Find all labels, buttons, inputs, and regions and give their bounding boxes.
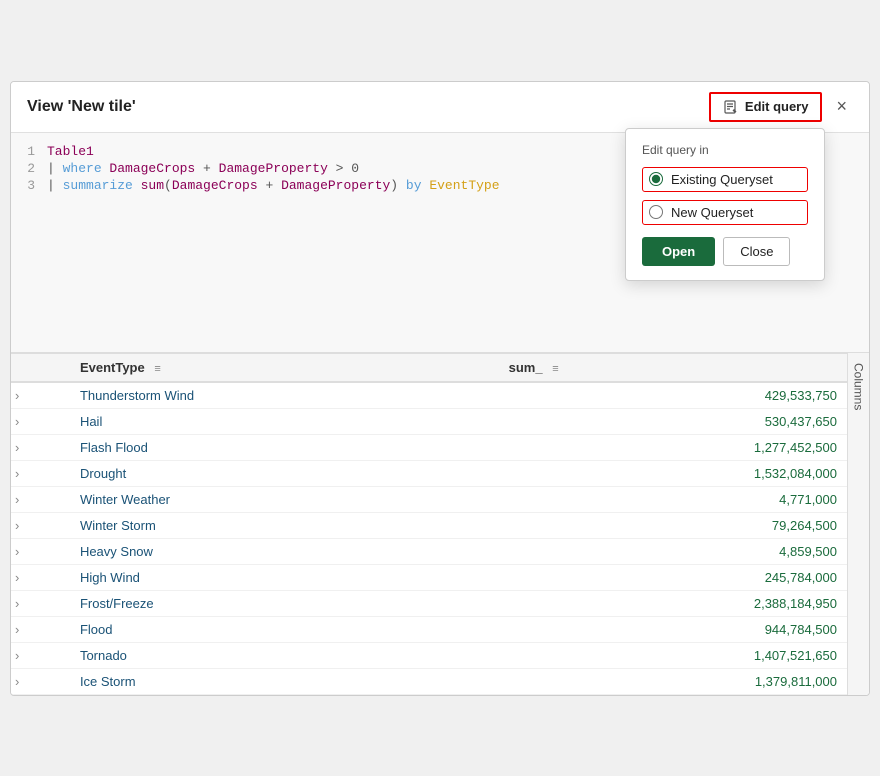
row-sum-11: 1,379,811,000 <box>499 668 847 694</box>
data-table: EventType ≡ sum_ ≡ › Thunderstorm Wind 4… <box>11 353 847 695</box>
line-number-1: 1 <box>11 144 47 159</box>
row-expand-11[interactable]: › <box>11 668 70 694</box>
columns-tab[interactable]: Columns <box>847 353 869 695</box>
row-sum-0: 429,533,750 <box>499 382 847 409</box>
popup-close-button[interactable]: Close <box>723 237 790 266</box>
eventtype-header[interactable]: EventType ≡ <box>70 353 499 382</box>
popup-actions: Open Close <box>642 237 808 266</box>
table-row: › Flood 944,784,500 <box>11 616 847 642</box>
row-sum-5: 79,264,500 <box>499 512 847 538</box>
row-expand-2[interactable]: › <box>11 434 70 460</box>
row-expand-3[interactable]: › <box>11 460 70 486</box>
table-wrapper: EventType ≡ sum_ ≡ › Thunderstorm Wind 4… <box>11 353 869 695</box>
row-expand-6[interactable]: › <box>11 538 70 564</box>
row-expand-7[interactable]: › <box>11 564 70 590</box>
row-sum-3: 1,532,084,000 <box>499 460 847 486</box>
eventtype-sort-icon[interactable]: ≡ <box>154 363 160 375</box>
row-event-6: Heavy Snow <box>70 538 499 564</box>
row-expand-9[interactable]: › <box>11 616 70 642</box>
table-row: › High Wind 245,784,000 <box>11 564 847 590</box>
row-sum-4: 4,771,000 <box>499 486 847 512</box>
table-header-row: EventType ≡ sum_ ≡ <box>11 353 847 382</box>
row-event-8: Frost/Freeze <box>70 590 499 616</box>
row-event-9: Flood <box>70 616 499 642</box>
row-expand-4[interactable]: › <box>11 486 70 512</box>
line-number-3: 3 <box>11 178 47 193</box>
row-sum-6: 4,859,500 <box>499 538 847 564</box>
code-content-1: Table1 <box>47 144 94 159</box>
line-number-2: 2 <box>11 161 47 176</box>
table-row: › Frost/Freeze 2,388,184,950 <box>11 590 847 616</box>
row-sum-10: 1,407,521,650 <box>499 642 847 668</box>
new-queryset-radio[interactable] <box>649 205 663 219</box>
expand-header <box>11 353 70 382</box>
table-row: › Tornado 1,407,521,650 <box>11 642 847 668</box>
table-row: › Drought 1,532,084,000 <box>11 460 847 486</box>
table-scroll[interactable]: EventType ≡ sum_ ≡ › Thunderstorm Wind 4… <box>11 353 847 695</box>
page-title: View 'New tile' <box>27 98 136 116</box>
row-event-7: High Wind <box>70 564 499 590</box>
row-event-3: Drought <box>70 460 499 486</box>
sum-header[interactable]: sum_ ≡ <box>499 353 847 382</box>
header-actions: Edit query × Edit query in Existing Quer… <box>709 92 853 122</box>
code-content-3: | summarize sum(DamageCrops + DamageProp… <box>47 178 500 193</box>
row-expand-5[interactable]: › <box>11 512 70 538</box>
row-event-10: Tornado <box>70 642 499 668</box>
existing-queryset-radio[interactable] <box>649 172 663 186</box>
row-sum-8: 2,388,184,950 <box>499 590 847 616</box>
table-row: › Ice Storm 1,379,811,000 <box>11 668 847 694</box>
table-row: › Hail 530,437,650 <box>11 408 847 434</box>
existing-queryset-option[interactable]: Existing Queryset <box>642 167 808 192</box>
popup-label: Edit query in <box>642 143 808 157</box>
edit-query-popup: Edit query in Existing Queryset New Quer… <box>625 128 825 281</box>
main-panel: View 'New tile' Edit query × Edit query … <box>10 81 870 696</box>
row-event-11: Ice Storm <box>70 668 499 694</box>
table-row: › Flash Flood 1,277,452,500 <box>11 434 847 460</box>
row-sum-1: 530,437,650 <box>499 408 847 434</box>
row-expand-8[interactable]: › <box>11 590 70 616</box>
open-button[interactable]: Open <box>642 237 715 266</box>
edit-icon <box>723 99 739 115</box>
sum-sort-icon[interactable]: ≡ <box>552 363 558 375</box>
row-expand-0[interactable]: › <box>11 382 70 409</box>
header: View 'New tile' Edit query × Edit query … <box>11 82 869 133</box>
row-event-4: Winter Weather <box>70 486 499 512</box>
table-row: › Winter Weather 4,771,000 <box>11 486 847 512</box>
close-button[interactable]: × <box>830 94 853 119</box>
new-queryset-option[interactable]: New Queryset <box>642 200 808 225</box>
row-sum-7: 245,784,000 <box>499 564 847 590</box>
row-event-5: Winter Storm <box>70 512 499 538</box>
row-event-2: Flash Flood <box>70 434 499 460</box>
row-sum-9: 944,784,500 <box>499 616 847 642</box>
table-row: › Thunderstorm Wind 429,533,750 <box>11 382 847 409</box>
row-sum-2: 1,277,452,500 <box>499 434 847 460</box>
row-expand-1[interactable]: › <box>11 408 70 434</box>
edit-query-button[interactable]: Edit query <box>709 92 823 122</box>
row-event-1: Hail <box>70 408 499 434</box>
table-row: › Heavy Snow 4,859,500 <box>11 538 847 564</box>
table-row: › Winter Storm 79,264,500 <box>11 512 847 538</box>
row-expand-10[interactable]: › <box>11 642 70 668</box>
row-event-0: Thunderstorm Wind <box>70 382 499 409</box>
data-table-container: EventType ≡ sum_ ≡ › Thunderstorm Wind 4… <box>11 353 869 695</box>
code-content-2: | where DamageCrops + DamageProperty > 0 <box>47 161 359 176</box>
